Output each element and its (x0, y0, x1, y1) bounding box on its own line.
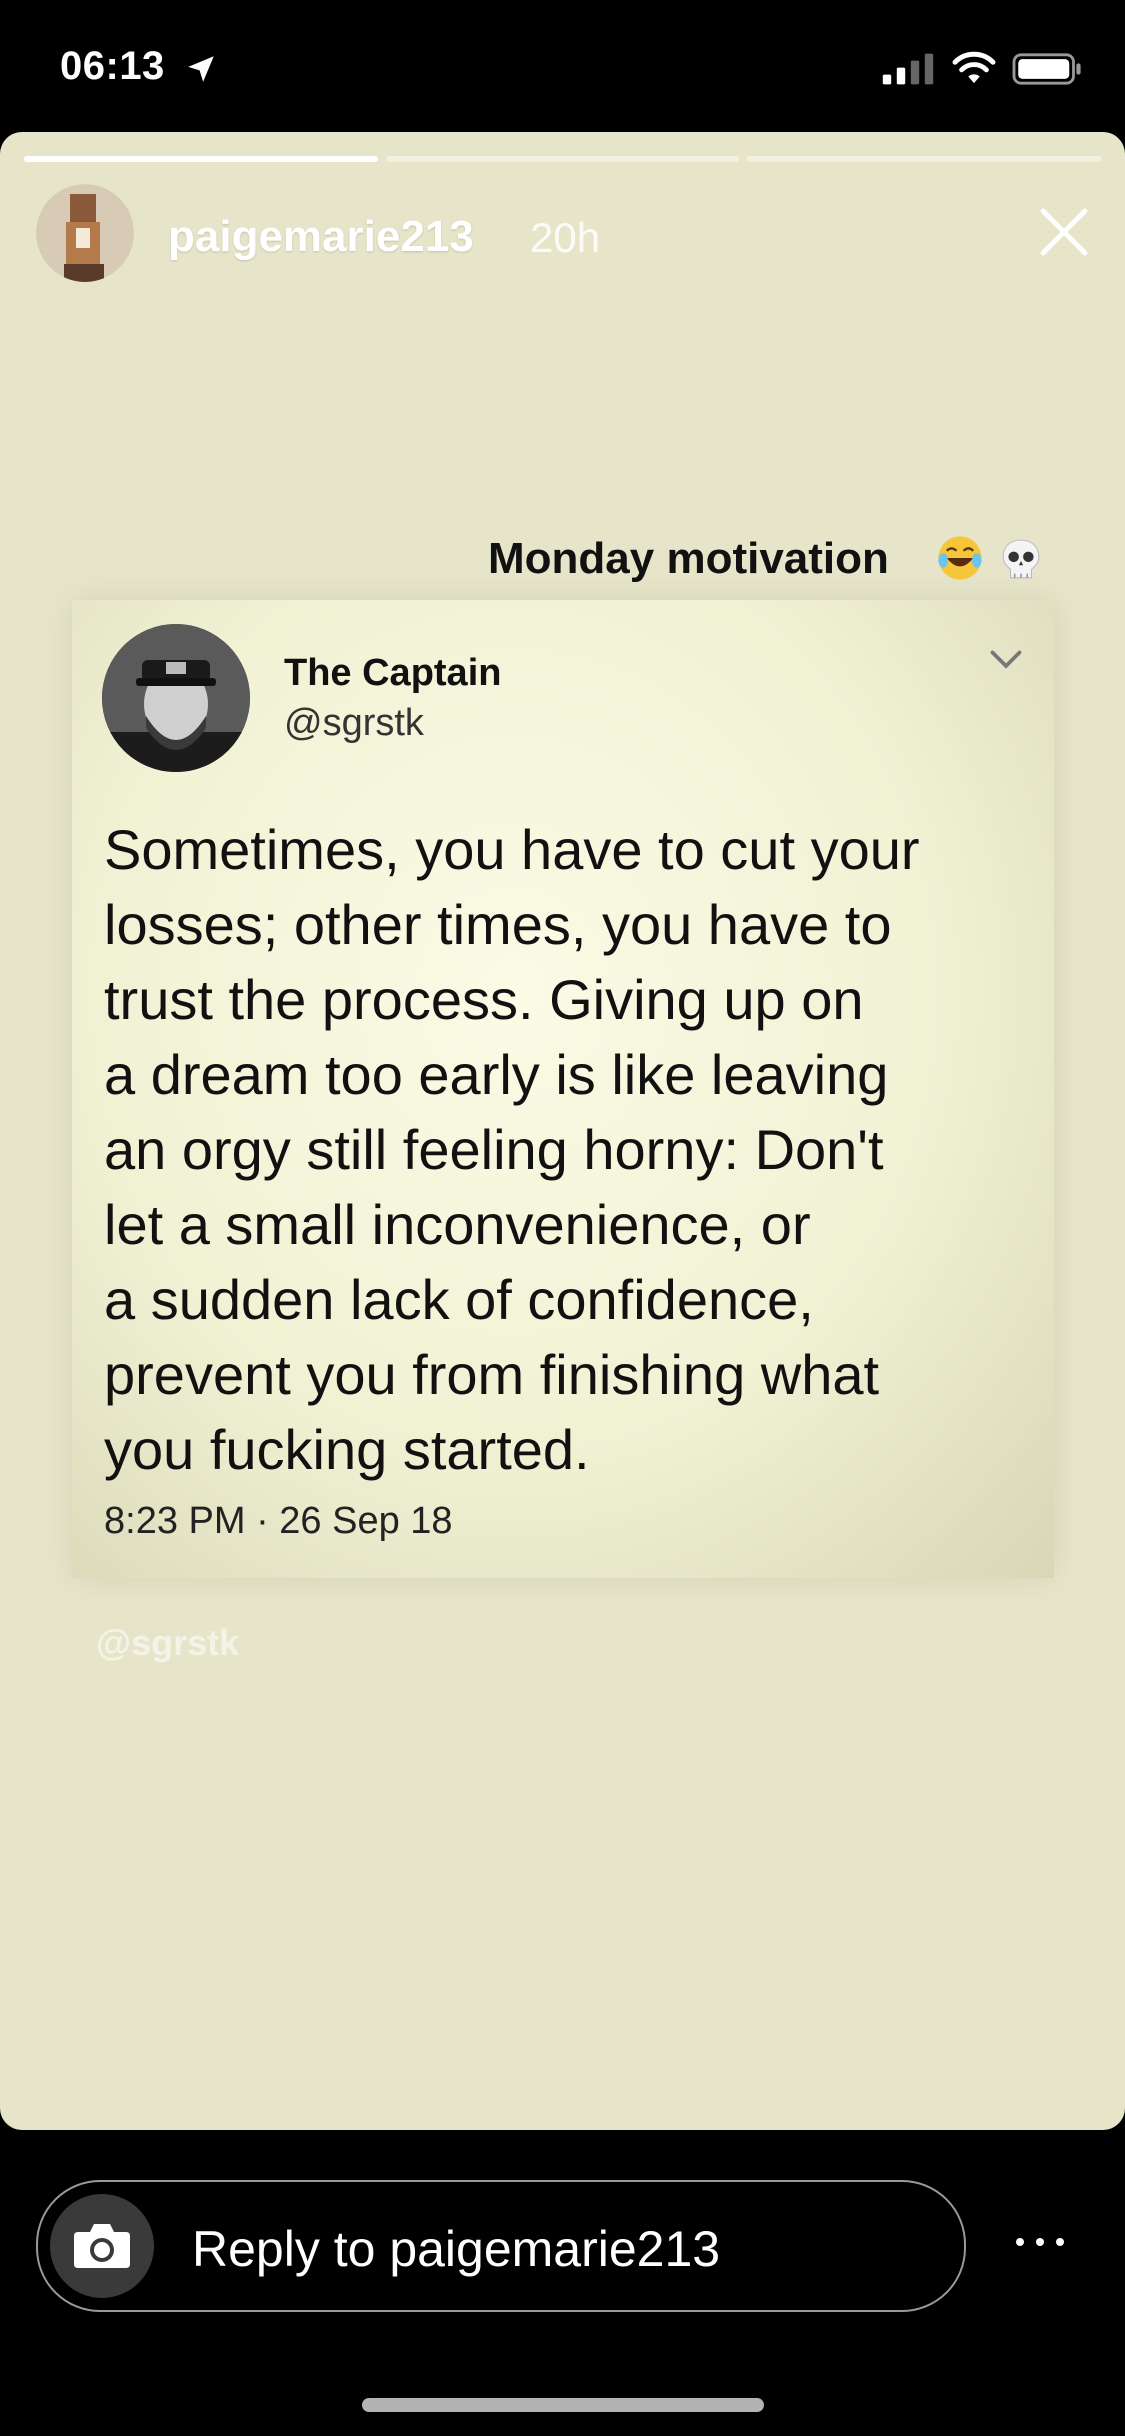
story-time-ago: 20h (530, 214, 601, 261)
camera-icon (74, 2224, 130, 2268)
reply-field[interactable]: Reply to paigemarie213 (36, 2180, 966, 2312)
tweet-text: Sometimes, you have to cut your losses; … (104, 818, 920, 1481)
tweet-avatar (102, 624, 250, 772)
status-bar: 06:13 (0, 0, 1125, 135)
story-username[interactable]: paigemarie213 (168, 212, 474, 262)
user-avatar[interactable] (36, 184, 134, 282)
battery-icon (1012, 53, 1081, 85)
status-time: 06:13 (60, 44, 165, 88)
more-icon[interactable] (1010, 2232, 1070, 2252)
story-caption: Monday motivation (488, 534, 889, 583)
watermark: @sgrstk (96, 1622, 240, 1663)
progress-segment (385, 156, 740, 162)
signal-icon (882, 53, 934, 85)
home-indicator[interactable] (362, 2398, 764, 2412)
tweet-card: The Captain @sgrstk Sometimes, you have … (72, 600, 1054, 1578)
laugh-emoji-icon (938, 536, 982, 580)
skull-emoji-icon (1002, 539, 1040, 579)
location-arrow-icon (188, 56, 214, 82)
progress-segment (24, 156, 378, 162)
reply-placeholder: Reply to paigemarie213 (192, 2221, 721, 2277)
camera-button[interactable] (50, 2194, 154, 2298)
story-view[interactable]: paigemarie213 20h Monday motivation The … (0, 132, 1125, 2130)
tweet-author-name: The Captain (284, 652, 502, 694)
tweet-author-handle: @sgrstk (284, 702, 424, 744)
chevron-down-icon (990, 650, 1022, 669)
progress-segment (747, 156, 1102, 162)
story-progress (24, 156, 1102, 162)
tweet-timestamp: 8:23 PM · 26 Sep 18 (104, 1500, 453, 1542)
wifi-icon (952, 51, 996, 84)
close-icon[interactable] (1034, 202, 1094, 262)
